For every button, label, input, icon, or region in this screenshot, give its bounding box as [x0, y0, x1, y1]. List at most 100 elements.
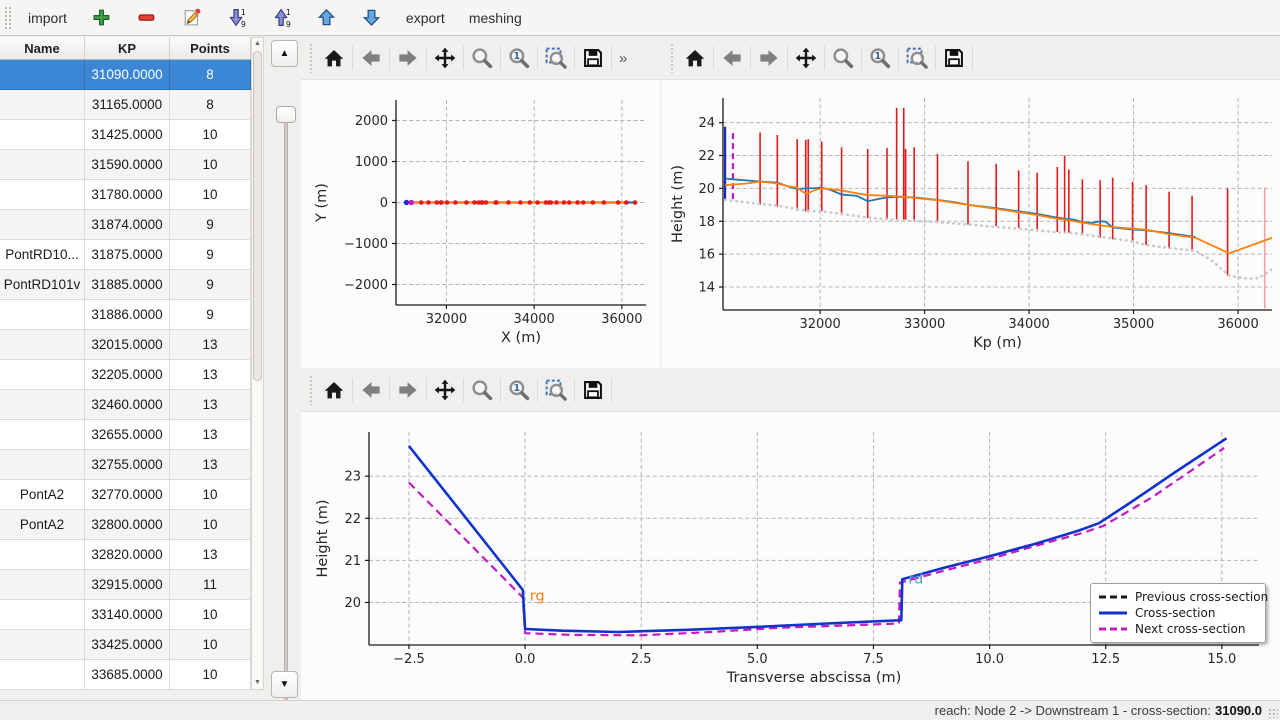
cell-points[interactable]: 10	[170, 630, 251, 659]
pan-button[interactable]	[430, 375, 460, 405]
cell-points[interactable]: 10	[170, 120, 251, 149]
cell-points[interactable]: 9	[170, 270, 251, 299]
zoom-fit-button[interactable]	[541, 43, 571, 73]
cell-kp[interactable]: 32655.0000	[85, 420, 170, 449]
cell-name[interactable]	[0, 420, 85, 449]
slider-down-button[interactable]: ▼	[271, 671, 298, 698]
resize-grip[interactable]	[1268, 708, 1278, 718]
cell-kp[interactable]: 31590.0000	[85, 150, 170, 179]
cell-name[interactable]	[0, 570, 85, 599]
export-button[interactable]: export	[396, 5, 455, 31]
table-row[interactable]: PontRD101v31885.00009	[0, 270, 251, 300]
zoom-original-button[interactable]: 1	[865, 43, 895, 73]
table-row[interactable]: 33140.000010	[0, 600, 251, 630]
cell-name[interactable]: PontRD101v	[0, 270, 85, 299]
cell-name[interactable]	[0, 600, 85, 629]
cell-name[interactable]	[0, 120, 85, 149]
move-down-button[interactable]	[351, 2, 392, 33]
table-row[interactable]: 31874.00009	[0, 210, 251, 240]
cell-kp[interactable]: 32205.0000	[85, 360, 170, 389]
table-row[interactable]: 32755.000013	[0, 450, 251, 480]
figure-toolbar-grip[interactable]	[670, 43, 675, 73]
zoom-button[interactable]	[828, 43, 858, 73]
cell-name[interactable]	[0, 300, 85, 329]
table-row[interactable]: 31165.00008	[0, 90, 251, 120]
table-row[interactable]: 31590.000010	[0, 150, 251, 180]
cell-name[interactable]: PontA2	[0, 510, 85, 539]
cell-name[interactable]	[0, 60, 85, 89]
zoom-button[interactable]	[467, 375, 497, 405]
cell-name[interactable]	[0, 330, 85, 359]
cell-kp[interactable]: 32770.0000	[85, 480, 170, 509]
home-button[interactable]	[319, 43, 349, 73]
forward-button[interactable]	[754, 43, 784, 73]
home-button[interactable]	[680, 43, 710, 73]
cell-kp[interactable]: 31165.0000	[85, 90, 170, 119]
toolbar-overflow-chevron[interactable]: »	[619, 50, 627, 67]
meshing-button[interactable]: meshing	[459, 5, 532, 31]
table-row[interactable]: 32015.000013	[0, 330, 251, 360]
cell-points[interactable]: 11	[170, 570, 251, 599]
scroll-up-arrow-icon[interactable]: ▲	[252, 39, 263, 49]
table-row[interactable]: 32460.000013	[0, 390, 251, 420]
cell-kp[interactable]: 32915.0000	[85, 570, 170, 599]
slider-up-button[interactable]: ▲	[271, 40, 298, 67]
table-row[interactable]: 31090.00008	[0, 60, 251, 90]
cell-points[interactable]: 8	[170, 60, 251, 89]
cell-points[interactable]: 10	[170, 150, 251, 179]
cell-points[interactable]: 13	[170, 390, 251, 419]
scroll-down-arrow-icon[interactable]: ▼	[252, 678, 263, 688]
save-button[interactable]	[578, 375, 608, 405]
cell-kp[interactable]: 33685.0000	[85, 660, 170, 689]
longitudinal-profile-chart[interactable]: 3200033000340003500036000141618202224Kp …	[662, 80, 1280, 368]
table-row[interactable]: 31886.00009	[0, 300, 251, 330]
zoom-fit-button[interactable]	[902, 43, 932, 73]
cell-kp[interactable]: 31425.0000	[85, 120, 170, 149]
cell-name[interactable]	[0, 540, 85, 569]
cell-points[interactable]: 9	[170, 240, 251, 269]
back-button[interactable]	[717, 43, 747, 73]
forward-button[interactable]	[393, 375, 423, 405]
cell-points[interactable]: 10	[170, 660, 251, 689]
table-row[interactable]: PontRD10...31875.00009	[0, 240, 251, 270]
cell-kp[interactable]: 32755.0000	[85, 450, 170, 479]
cell-kp[interactable]: 31886.0000	[85, 300, 170, 329]
cell-name[interactable]	[0, 150, 85, 179]
save-button[interactable]	[939, 43, 969, 73]
cell-kp[interactable]: 33140.0000	[85, 600, 170, 629]
move-up-button[interactable]	[306, 2, 347, 33]
cell-name[interactable]: PontRD10...	[0, 240, 85, 269]
cell-kp[interactable]: 32800.0000	[85, 510, 170, 539]
zoom-fit-button[interactable]	[541, 375, 571, 405]
back-button[interactable]	[356, 375, 386, 405]
table-row[interactable]: PontA232770.000010	[0, 480, 251, 510]
table-scrollbar[interactable]: ▲ ▼	[251, 37, 264, 690]
toolbar-grip[interactable]	[4, 6, 12, 30]
cell-name[interactable]: PontA2	[0, 480, 85, 509]
cell-name[interactable]	[0, 390, 85, 419]
back-button[interactable]	[356, 43, 386, 73]
cell-points[interactable]: 13	[170, 360, 251, 389]
cell-name[interactable]	[0, 210, 85, 239]
cell-points[interactable]: 13	[170, 330, 251, 359]
cell-kp[interactable]: 31885.0000	[85, 270, 170, 299]
table-row[interactable]: 33685.000010	[0, 660, 251, 690]
cell-name[interactable]	[0, 630, 85, 659]
cell-name[interactable]	[0, 360, 85, 389]
cell-points[interactable]: 10	[170, 480, 251, 509]
figure-toolbar-grip[interactable]	[309, 43, 314, 73]
cell-points[interactable]: 10	[170, 180, 251, 209]
cell-points[interactable]: 9	[170, 210, 251, 239]
edit-button[interactable]	[171, 2, 212, 33]
cell-name[interactable]	[0, 180, 85, 209]
cell-kp[interactable]: 33425.0000	[85, 630, 170, 659]
column-header-name[interactable]: Name	[0, 37, 85, 59]
forward-button[interactable]	[393, 43, 423, 73]
pan-button[interactable]	[430, 43, 460, 73]
cell-kp[interactable]: 31875.0000	[85, 240, 170, 269]
cell-points[interactable]: 13	[170, 450, 251, 479]
zoom-original-button[interactable]: 1	[504, 43, 534, 73]
add-button[interactable]	[81, 2, 122, 33]
cell-points[interactable]: 9	[170, 300, 251, 329]
table-row[interactable]: 32820.000013	[0, 540, 251, 570]
